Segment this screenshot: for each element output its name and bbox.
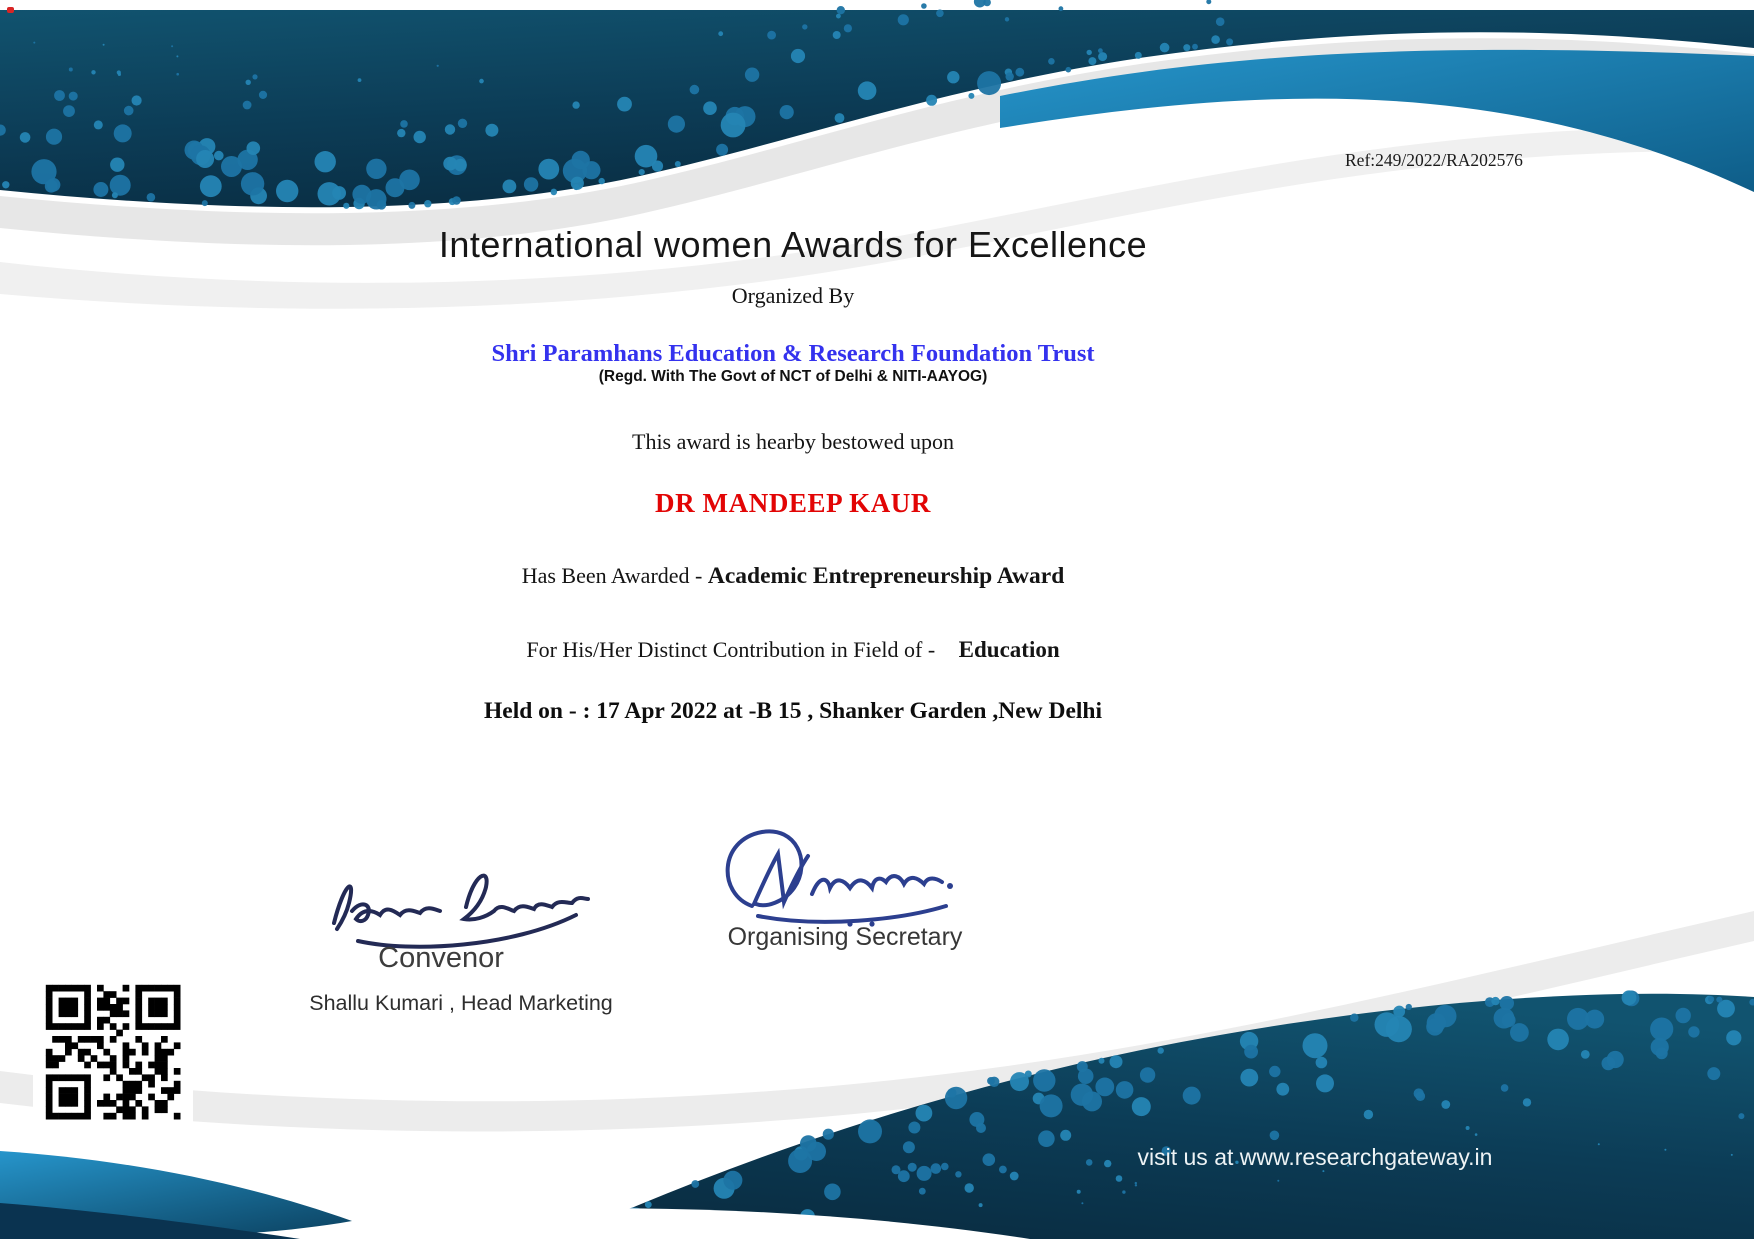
field-line: For His/Her Distinct Contribution in Fie… bbox=[0, 637, 1586, 663]
organising-secretary-signature bbox=[700, 810, 960, 932]
certificate-page: Ref:249/2022/RA202576 International wome… bbox=[0, 0, 1754, 1239]
convenor-role-label: Convenor bbox=[296, 942, 586, 975]
field-prefix: For His/Her Distinct Contribution in Fie… bbox=[526, 637, 940, 662]
convenor-signature bbox=[320, 845, 610, 950]
convenor-detail-label: Shallu Kumari , Head Marketing bbox=[296, 991, 626, 1016]
field-value: Education bbox=[959, 637, 1060, 662]
bestowed-line: This award is hearby bestowed upon bbox=[0, 429, 1586, 455]
award-prefix: Has Been Awarded - bbox=[522, 563, 708, 588]
ref-number: Ref:249/2022/RA202576 bbox=[1345, 150, 1585, 171]
organising-secretary-role-label: Organising Secretary bbox=[700, 923, 990, 952]
organized-by-label: Organized By bbox=[0, 283, 1586, 309]
registration-note: (Regd. With The Govt of NCT of Delhi & N… bbox=[0, 368, 1586, 386]
certificate-title: International women Awards for Excellenc… bbox=[0, 224, 1586, 266]
organization-name: Shri Paramhans Education & Research Foun… bbox=[0, 340, 1586, 368]
qr-code bbox=[33, 972, 193, 1132]
award-line: Has Been Awarded - Academic Entrepreneur… bbox=[0, 563, 1586, 590]
award-name: Academic Entrepreneurship Award bbox=[708, 563, 1064, 589]
recipient-name: DR MANDEEP KAUR bbox=[0, 488, 1586, 519]
corner-red-mark bbox=[7, 7, 14, 13]
held-on-line: Held on - : 17 Apr 2022 at -B 15 , Shank… bbox=[0, 698, 1586, 725]
website-link-text: visit us at www.researchgateway.in bbox=[1135, 1144, 1495, 1171]
